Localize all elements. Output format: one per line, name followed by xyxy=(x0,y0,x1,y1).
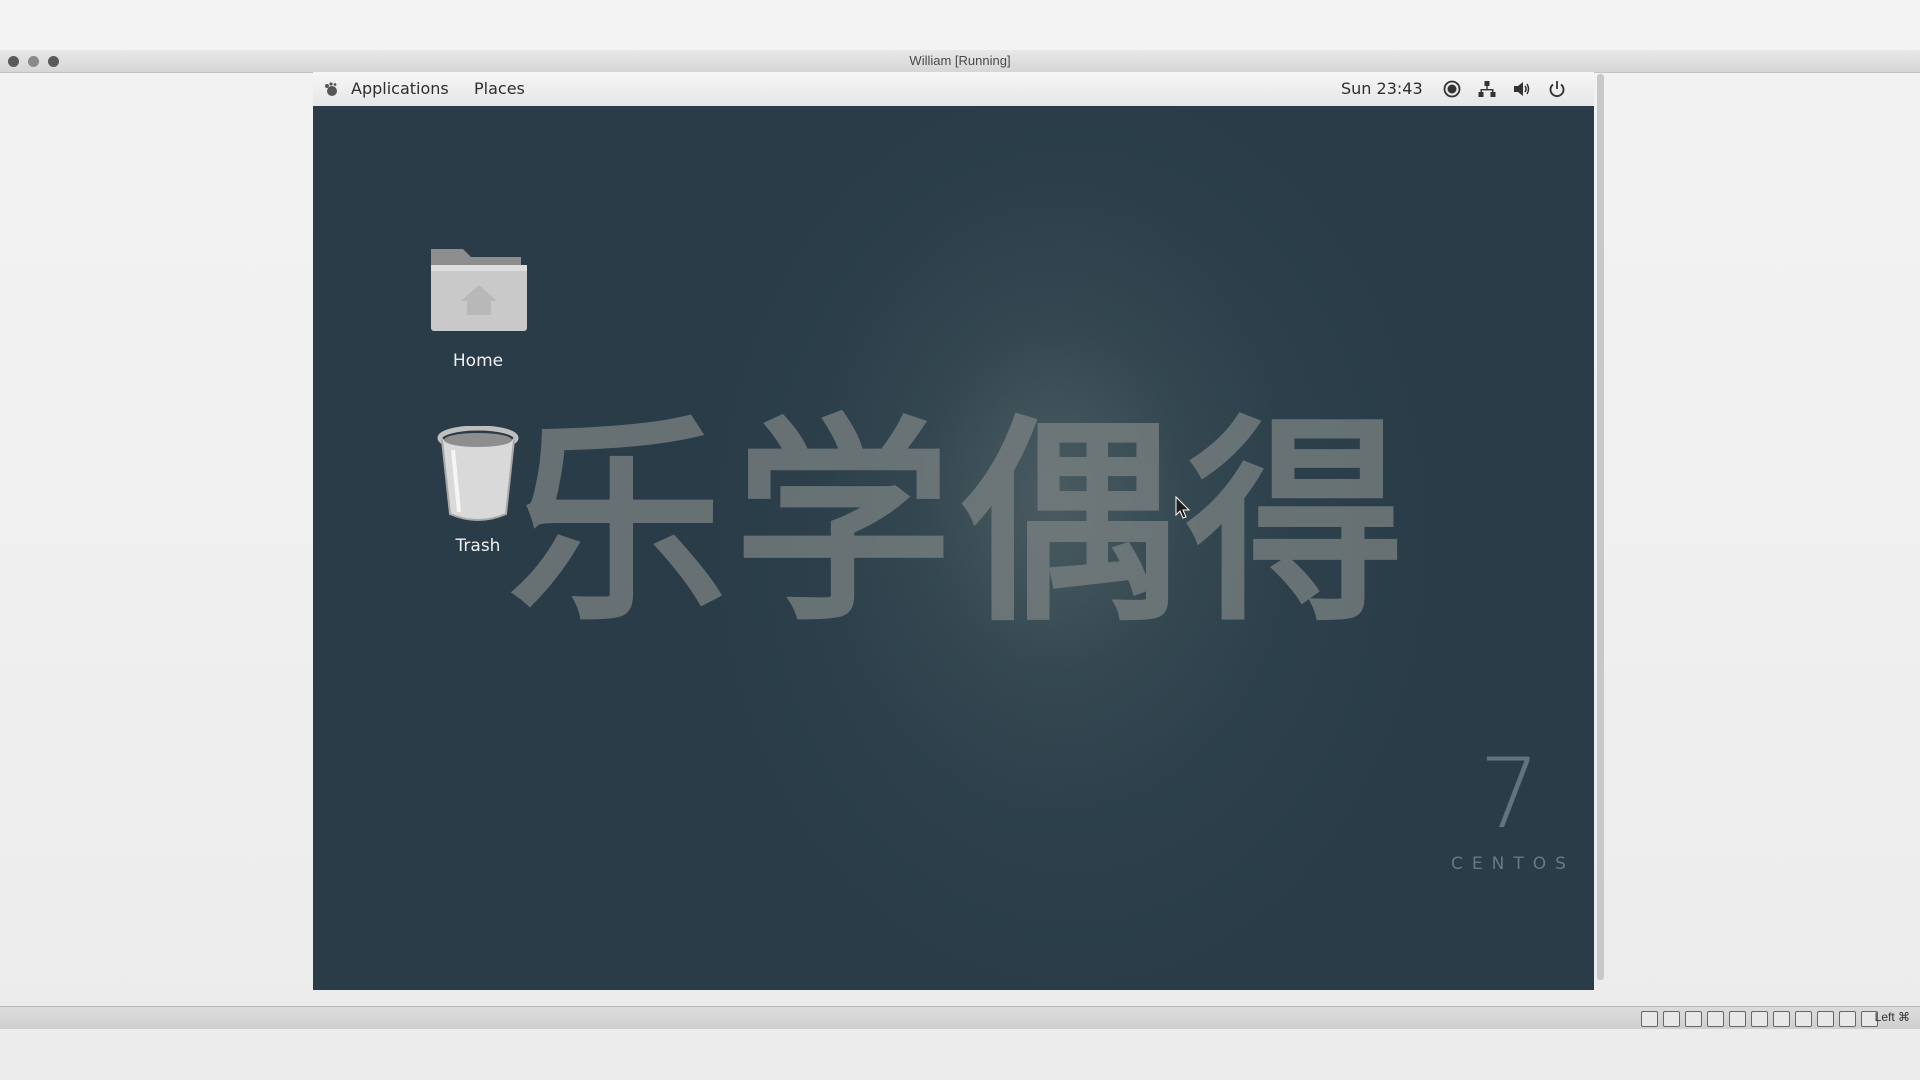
wallpaper-text: 乐学偶得 xyxy=(508,398,1412,651)
vm-display[interactable]: Applications Places Sun 23:43 乐学偶得 7 CEN… xyxy=(313,72,1594,990)
volume-icon[interactable] xyxy=(1513,80,1531,98)
vm-window-titlebar[interactable]: William [Running] xyxy=(0,50,1920,73)
video-capture-icon[interactable] xyxy=(1795,1011,1812,1027)
wallpaper-brand: CENTOS xyxy=(1451,854,1575,874)
hard-disk-icon[interactable] xyxy=(1641,1011,1658,1027)
wallpaper-version: 7 xyxy=(1479,738,1541,850)
usb-icon[interactable] xyxy=(1729,1011,1746,1027)
trash-label: Trash xyxy=(455,536,501,556)
window-title: William [Running] xyxy=(909,53,1011,68)
power-icon[interactable] xyxy=(1548,80,1566,98)
audio-icon[interactable] xyxy=(1685,1011,1702,1027)
trash-icon xyxy=(437,425,519,521)
cpu-icon[interactable] xyxy=(1817,1011,1834,1027)
mouse-integration-icon[interactable] xyxy=(1839,1011,1856,1027)
desktop-icon-home[interactable]: Home xyxy=(408,231,548,371)
folder-home-icon xyxy=(431,249,527,331)
home-label: Home xyxy=(452,351,504,371)
accessibility-icon[interactable] xyxy=(1443,80,1461,98)
places-menu[interactable]: Places xyxy=(474,79,525,98)
desktop[interactable]: 乐学偶得 7 CENTOS Home Trash xyxy=(313,106,1594,990)
status-icons xyxy=(1641,1011,1878,1027)
host-key-label: Left ⌘ xyxy=(1874,1010,1910,1024)
mouse-pointer-icon xyxy=(1175,496,1191,519)
clock[interactable]: Sun 23:43 xyxy=(1341,79,1423,98)
network-icon[interactable] xyxy=(1478,80,1496,98)
optical-drive-icon[interactable] xyxy=(1663,1011,1680,1027)
gnome-foot-icon xyxy=(325,82,337,96)
network-adapter-icon[interactable] xyxy=(1707,1011,1724,1027)
vm-status-bar: Left ⌘ xyxy=(0,1006,1920,1029)
vm-scrollbar[interactable] xyxy=(1597,74,1604,980)
shared-folder-icon[interactable] xyxy=(1751,1011,1768,1027)
desktop-icon-trash[interactable]: Trash xyxy=(408,425,548,556)
applications-menu[interactable]: Applications xyxy=(351,79,449,98)
display-icon[interactable] xyxy=(1773,1011,1790,1027)
gnome-top-panel: Applications Places Sun 23:43 xyxy=(313,72,1594,106)
